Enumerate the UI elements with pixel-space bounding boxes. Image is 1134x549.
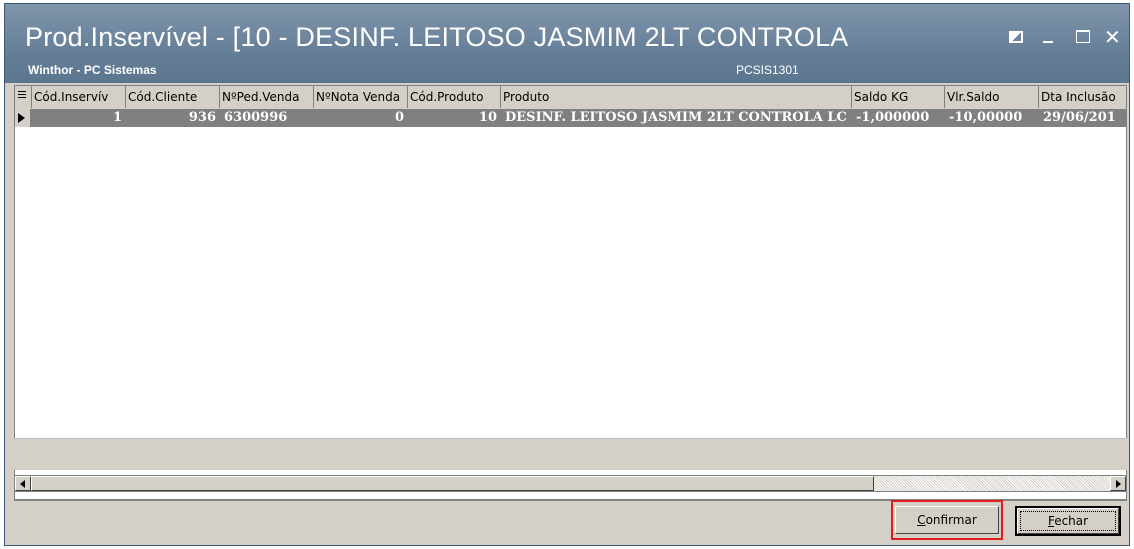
horizontal-scrollbar[interactable] bbox=[14, 475, 1127, 492]
arrow-right-icon bbox=[1116, 480, 1121, 488]
cell-saldo-kg[interactable]: -1,000000 bbox=[852, 109, 945, 127]
focus-dotted-outline bbox=[1020, 511, 1116, 531]
column-header-cod-cliente[interactable]: Cód.Cliente bbox=[126, 86, 220, 108]
cell-cod-produto[interactable]: 10 bbox=[408, 109, 501, 127]
column-header-cod-inservivel[interactable]: Cód.Inservív bbox=[32, 86, 126, 108]
cell-cod-cliente[interactable]: 936 bbox=[126, 109, 220, 127]
column-header-num-pedido[interactable]: NºPed.Venda bbox=[220, 86, 314, 108]
close-button[interactable]: Fechar bbox=[1017, 508, 1119, 534]
close-icon[interactable]: ✕ bbox=[1104, 25, 1121, 49]
cell-num-pedido[interactable]: 6300996 bbox=[220, 109, 314, 127]
column-header-num-nota[interactable]: NºNota Venda bbox=[314, 86, 408, 108]
column-chooser-button[interactable] bbox=[15, 86, 32, 108]
grid-footer bbox=[14, 438, 1127, 470]
column-header-dta-inclusao[interactable]: Dta Inclusão bbox=[1039, 86, 1126, 108]
cell-vlr-saldo[interactable]: -10,00000 bbox=[945, 109, 1039, 127]
cell-cod-inservivel[interactable]: 1 bbox=[32, 109, 126, 127]
column-header-saldo-kg[interactable]: Saldo KG bbox=[852, 86, 945, 108]
cell-dta-inclusao[interactable]: 29/06/201 bbox=[1039, 109, 1126, 127]
window-title: Prod.Inservível - [10 - DESINF. LEITOSO … bbox=[25, 22, 849, 52]
grid-header: Cód.Inservív Cód.Cliente NºPed.Venda NºN… bbox=[15, 86, 1126, 110]
scrollbar-thumb[interactable] bbox=[31, 476, 874, 491]
maximize-icon[interactable] bbox=[1076, 30, 1090, 43]
column-chooser-icon bbox=[18, 91, 26, 102]
restore-icon[interactable] bbox=[1009, 31, 1023, 43]
scroll-left-button[interactable] bbox=[15, 476, 31, 491]
title-bar[interactable]: Prod.Inservível - [10 - DESINF. LEITOSO … bbox=[5, 4, 1129, 83]
confirm-highlight-box bbox=[891, 500, 1003, 540]
column-header-produto[interactable]: Produto bbox=[501, 86, 852, 108]
window-subtitle: Winthor - PC Sistemas bbox=[28, 63, 157, 77]
current-row-arrow-icon bbox=[18, 113, 25, 123]
column-header-vlr-saldo[interactable]: Vlr.Saldo bbox=[945, 86, 1039, 108]
minimize-icon[interactable] bbox=[1043, 41, 1053, 43]
column-header-cod-produto[interactable]: Cód.Produto bbox=[408, 86, 501, 108]
cell-num-nota[interactable]: 0 bbox=[314, 109, 408, 127]
cell-produto[interactable]: DESINF. LEITOSO JASMIM 2LT CONTROLA LC bbox=[501, 109, 852, 127]
row-indicator[interactable] bbox=[15, 109, 31, 127]
routine-code: PCSIS1301 bbox=[736, 63, 799, 77]
scrollbar-track[interactable] bbox=[874, 476, 1110, 491]
arrow-left-icon bbox=[20, 480, 25, 488]
scroll-right-button[interactable] bbox=[1110, 476, 1126, 491]
